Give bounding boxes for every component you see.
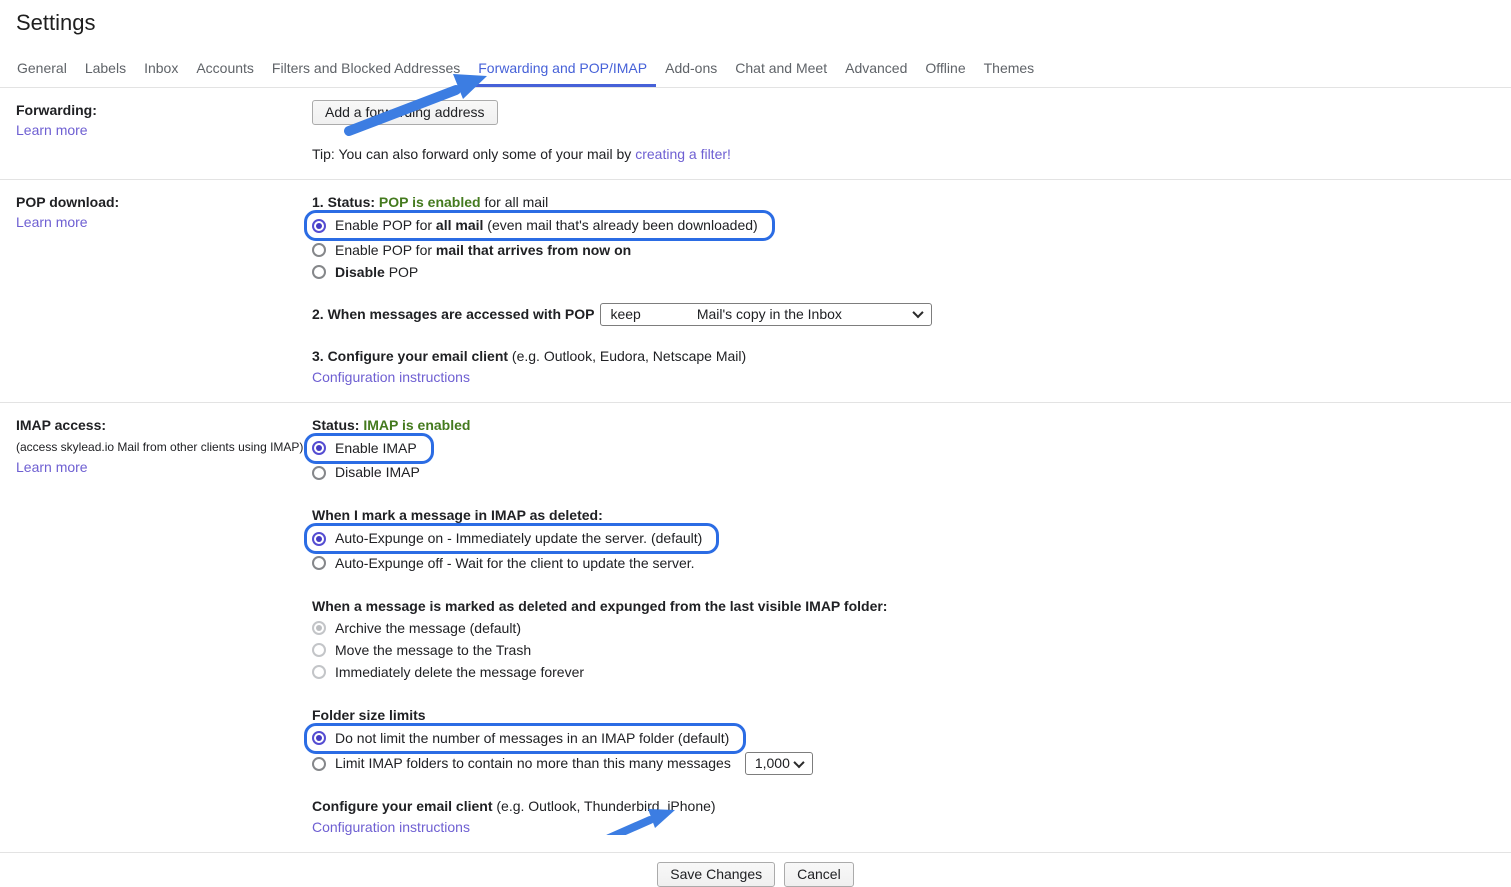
tab-accounts[interactable]: Accounts [187,52,263,87]
radio-disabled-selected-icon [312,621,326,635]
chevron-down-icon [793,756,804,767]
radio-selected-icon[interactable] [312,731,326,745]
radio-disabled-icon [312,665,326,679]
tab-advanced[interactable]: Advanced [836,52,916,87]
forwarding-tip-text: Tip: You can also forward only some of y… [312,146,635,162]
radio-unselected-icon[interactable] [312,556,326,570]
save-changes-button[interactable]: Save Changes [657,862,775,887]
radio-archive-message: Archive the message (default) [312,618,521,639]
radio-unselected-icon[interactable] [312,466,326,480]
radio-enable-pop-all-mail[interactable]: Enable POP for all mail (even mail that'… [312,215,758,236]
annotation-highlight: Do not limit the number of messages in a… [304,723,746,754]
radio-enable-imap[interactable]: Enable IMAP [312,438,417,459]
radio-disabled-icon [312,643,326,657]
creating-a-filter-link[interactable]: creating a filter! [635,146,731,162]
footer-actions: Save Changes Cancel [0,853,1511,887]
pop-configuration-instructions-link[interactable]: Configuration instructions [312,369,470,385]
radio-do-not-limit-folder[interactable]: Do not limit the number of messages in a… [312,728,729,749]
cancel-button[interactable]: Cancel [784,862,854,887]
pop-configure-line: 3. Configure your email client (e.g. Out… [312,346,1495,367]
annotation-highlight: Auto-Expunge on - Immediately update the… [304,523,719,554]
pop-access-label: 2. When messages are accessed with POP [312,304,594,325]
imap-learn-more-link[interactable]: Learn more [16,459,88,475]
pop-download-section: POP download: Learn more 1. Status: POP … [0,180,1511,403]
tab-forwarding-pop-imap[interactable]: Forwarding and POP/IMAP [469,52,656,87]
tab-general[interactable]: General [8,52,76,87]
page-title: Settings [16,10,1511,36]
forwarding-section: Forwarding: Learn more Add a forwarding … [0,88,1511,180]
forwarding-label: Forwarding: [16,100,312,120]
imap-access-label: IMAP access: [16,415,312,435]
imap-access-sublabel: (access skylead.io Mail from other clien… [16,437,312,457]
annotation-highlight: Enable POP for all mail (even mail that'… [304,210,775,241]
tab-chat-and-meet[interactable]: Chat and Meet [726,52,836,87]
radio-selected-icon[interactable] [312,441,326,455]
add-forwarding-address-button[interactable]: Add a forwarding address [312,100,498,125]
imap-expunge-heading: When a message is marked as deleted and … [312,596,1495,617]
tab-inbox[interactable]: Inbox [135,52,187,87]
radio-disable-pop[interactable]: Disable POP [312,262,418,283]
annotation-highlight: Enable IMAP [304,433,434,464]
tab-filters-blocked-addresses[interactable]: Filters and Blocked Addresses [263,52,469,87]
forwarding-learn-more-link[interactable]: Learn more [16,122,88,138]
radio-delete-forever: Immediately delete the message forever [312,662,584,683]
tab-add-ons[interactable]: Add-ons [656,52,726,87]
radio-disable-imap[interactable]: Disable IMAP [312,462,420,483]
radio-auto-expunge-on[interactable]: Auto-Expunge on - Immediately update the… [312,528,702,549]
imap-configure-line: Configure your email client (e.g. Outloo… [312,796,1495,817]
imap-configuration-instructions-link[interactable]: Configuration instructions [312,819,470,835]
pop-learn-more-link[interactable]: Learn more [16,214,88,230]
pop-status-value: POP is enabled [379,194,481,210]
radio-unselected-icon[interactable] [312,265,326,279]
settings-tabbar: General Labels Inbox Accounts Filters an… [0,52,1511,88]
tab-labels[interactable]: Labels [76,52,135,87]
tab-themes[interactable]: Themes [975,52,1044,87]
radio-selected-icon[interactable] [312,219,326,233]
tab-offline[interactable]: Offline [916,52,974,87]
radio-unselected-icon[interactable] [312,243,326,257]
radio-unselected-icon[interactable] [312,757,326,771]
radio-auto-expunge-off[interactable]: Auto-Expunge off - Wait for the client t… [312,553,695,574]
pop-action-select[interactable]: keep Mail's copy in the Inbox [600,303,932,326]
radio-enable-pop-from-now-on[interactable]: Enable POP for mail that arrives from no… [312,240,631,261]
pop-download-label: POP download: [16,192,312,212]
imap-access-section: IMAP access: (access skylead.io Mail fro… [0,403,1511,854]
imap-status-line: Status: IMAP is enabled [312,415,1495,436]
imap-status-value: IMAP is enabled [363,417,470,433]
chevron-down-icon [913,307,924,318]
radio-selected-icon[interactable] [312,532,326,546]
radio-move-to-trash: Move the message to the Trash [312,640,531,661]
radio-limit-imap-folders[interactable]: Limit IMAP folders to contain no more th… [312,752,813,775]
folder-size-select[interactable]: 1,000 [745,752,813,775]
